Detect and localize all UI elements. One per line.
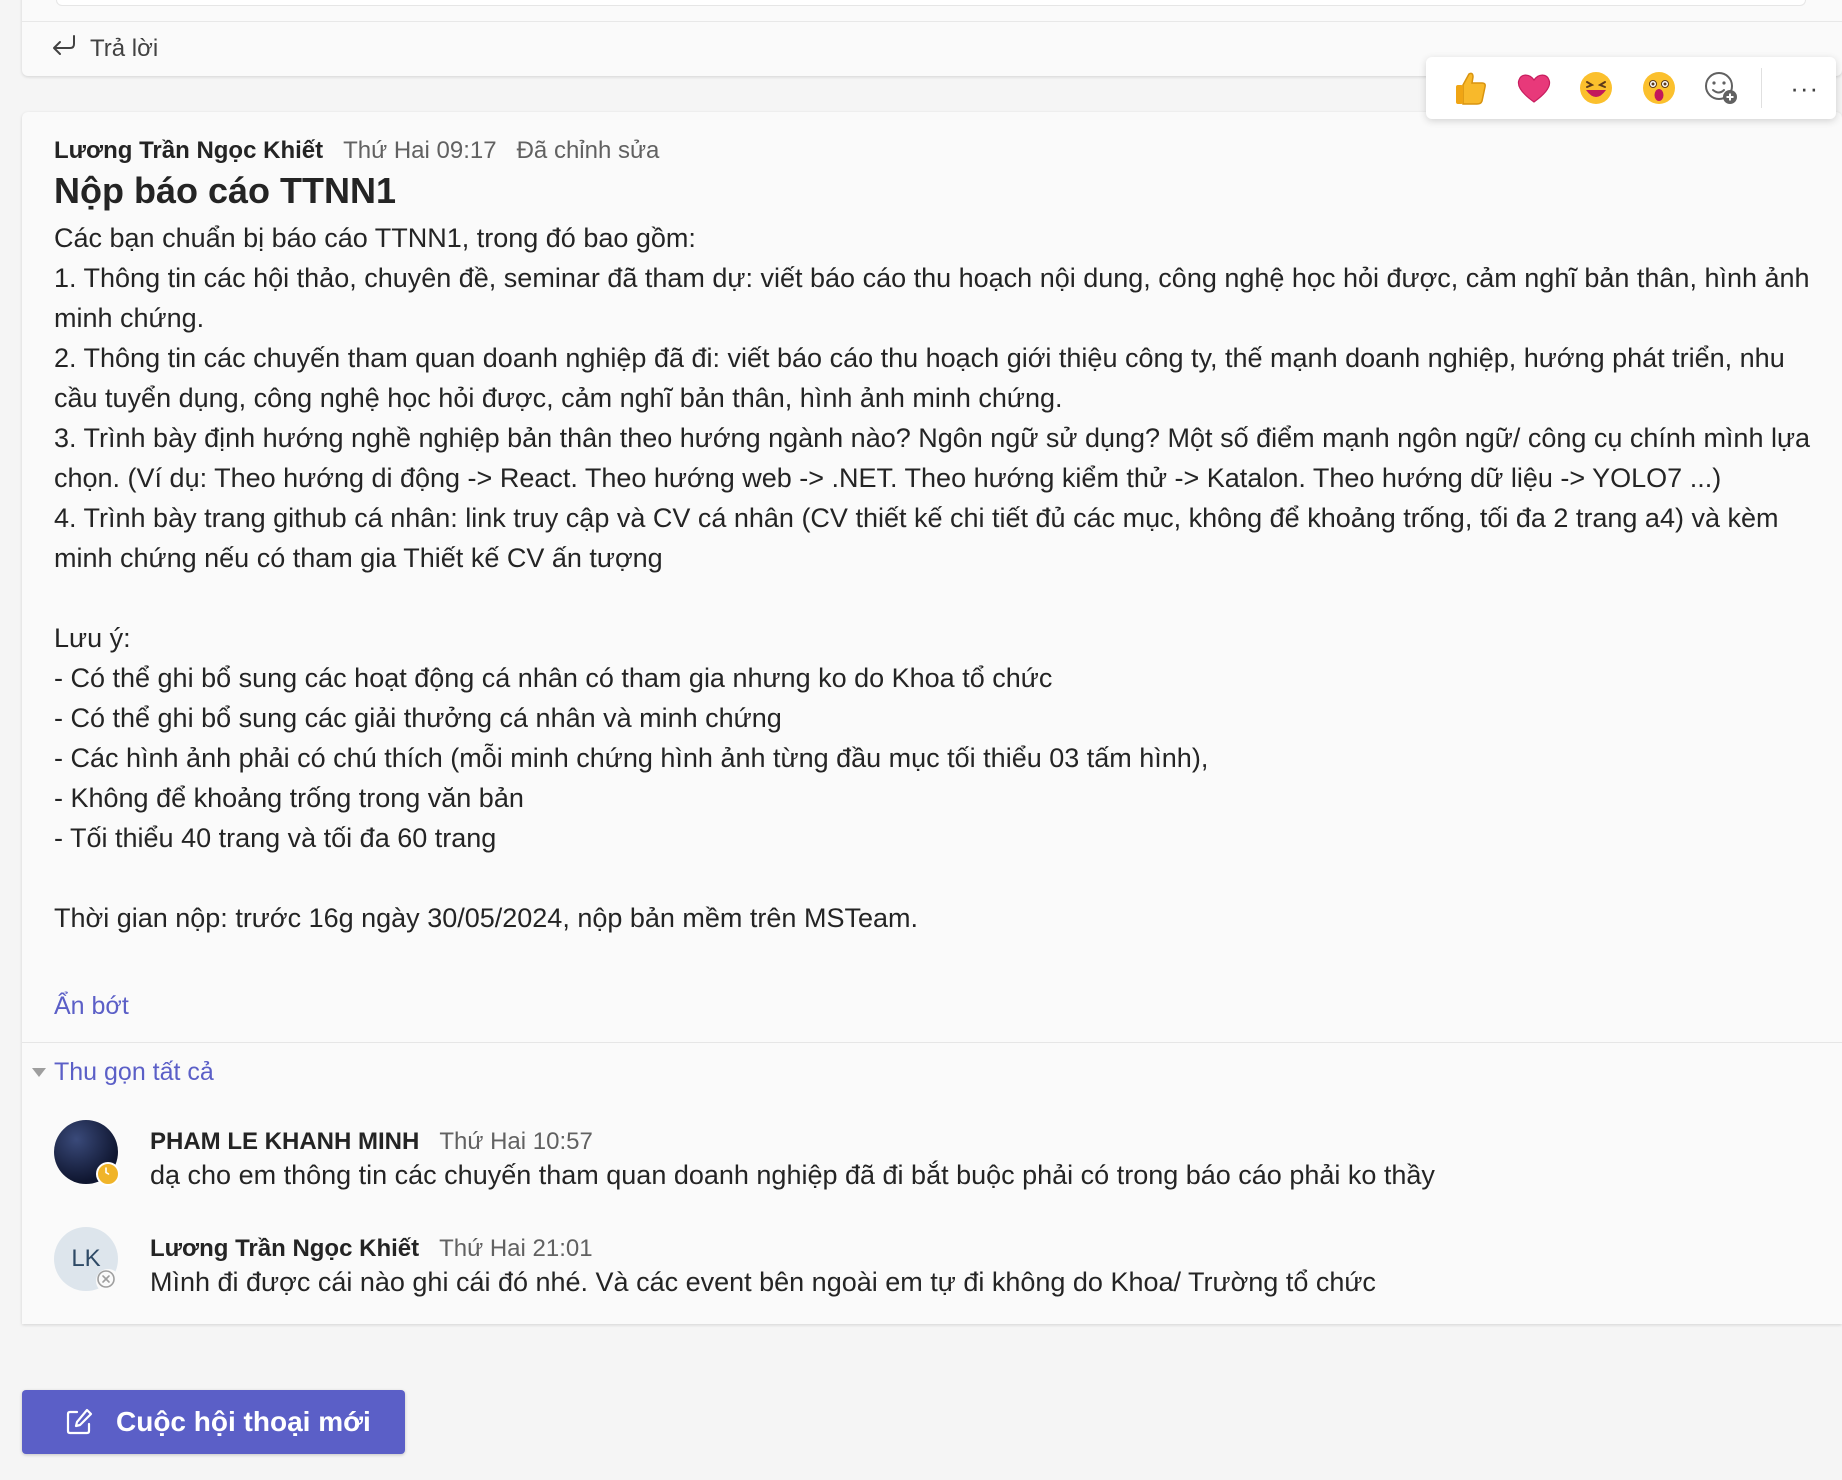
- new-conversation-button[interactable]: Cuộc hội thoại mới: [22, 1390, 405, 1454]
- reply-text: Mình đi được cái nào ghi cái đó nhé. Và …: [150, 1267, 1376, 1297]
- collapse-all-label: Thu gọn tất cả: [54, 1058, 214, 1086]
- reply-timestamp: Thứ Hai 10:57: [439, 1128, 593, 1155]
- reply-header: Lương Trần Ngọc Khiết Thứ Hai 21:01: [150, 1235, 593, 1263]
- note-item: - Các hình ảnh phải có chú thích (mỗi mi…: [54, 743, 1209, 773]
- post-card: Lương Trần Ngọc Khiết Thứ Hai 09:17 Đã c…: [22, 112, 1842, 1324]
- new-conversation-label: Cuộc hội thoại mới: [116, 1406, 371, 1437]
- divider: [22, 21, 1842, 22]
- divider: [22, 1042, 1842, 1043]
- more-options-button[interactable]: ···: [1773, 57, 1836, 119]
- surprised-reaction-button[interactable]: [1628, 57, 1691, 119]
- reply-text: dạ cho em thông tin các chuyến tham quan…: [150, 1160, 1435, 1190]
- deadline-line: Thời gian nộp: trước 16g ngày 30/05/2024…: [54, 903, 918, 933]
- body-line: Các bạn chuẩn bị báo cáo TTNN1, trong đó…: [54, 223, 696, 253]
- hide-content-link[interactable]: Ẩn bớt: [54, 992, 129, 1021]
- surprised-face-icon: [1641, 70, 1677, 106]
- compose-icon: [64, 1407, 94, 1437]
- note-item: - Không để khoảng trống trong văn bản: [54, 783, 524, 813]
- more-options-icon: ···: [1790, 72, 1820, 103]
- reply-header: PHAM LE KHANH MINH Thứ Hai 10:57: [150, 1128, 593, 1156]
- body-line: 1. Thông tin các hội thảo, chuyên đề, se…: [54, 263, 1810, 333]
- previous-thread-content-edge: [56, 0, 1806, 6]
- thumbs-up-icon: [1454, 70, 1488, 106]
- note-item: - Tối thiểu 40 trang và tối đa 60 trang: [54, 823, 497, 853]
- reply-label: Trả lời: [90, 34, 159, 62]
- reply-author[interactable]: Lương Trần Ngọc Khiết: [150, 1235, 419, 1263]
- toolbar-divider: [1760, 68, 1762, 108]
- reply-timestamp: Thứ Hai 21:01: [439, 1235, 593, 1262]
- edited-label: Đã chỉnh sửa: [516, 137, 660, 164]
- away-status-icon: [96, 1162, 120, 1186]
- laughing-face-icon: [1578, 70, 1614, 106]
- add-reaction-button[interactable]: [1690, 57, 1753, 119]
- note-item: - Có thể ghi bổ sung các hoạt động cá nh…: [54, 663, 1053, 693]
- heart-reaction-button[interactable]: [1503, 57, 1566, 119]
- note-item: - Có thể ghi bổ sung các giải thưởng cá …: [54, 703, 782, 733]
- heart-icon: [1516, 72, 1552, 104]
- offline-status-icon: [96, 1269, 120, 1293]
- reply-button[interactable]: Trả lời: [50, 34, 158, 63]
- reply-arrow-icon: [50, 34, 78, 63]
- body-line: 3. Trình bày định hướng nghề nghiệp bản …: [54, 423, 1811, 493]
- post-body: Các bạn chuẩn bị báo cáo TTNN1, trong đó…: [54, 218, 1834, 938]
- post-header: Lương Trần Ngọc Khiết Thứ Hai 09:17 Đã c…: [54, 137, 659, 165]
- like-reaction-button[interactable]: [1440, 57, 1503, 119]
- reply-author[interactable]: PHAM LE KHANH MINH: [150, 1128, 419, 1156]
- post-title: Nộp báo cáo TTNN1: [54, 170, 397, 211]
- caret-down-icon: [32, 1068, 46, 1077]
- post-timestamp: Thứ Hai 09:17: [343, 137, 497, 164]
- collapse-all-button[interactable]: Thu gọn tất cả: [32, 1058, 214, 1087]
- body-line: 2. Thông tin các chuyến tham quan doanh …: [54, 343, 1785, 413]
- reaction-toolbar: ···: [1426, 57, 1836, 119]
- note-label: Lưu ý:: [54, 623, 131, 653]
- post-author[interactable]: Lương Trần Ngọc Khiết: [54, 137, 323, 165]
- body-line: 4. Trình bày trang github cá nhân: link …: [54, 503, 1779, 573]
- add-emoji-icon: [1703, 70, 1739, 106]
- laugh-reaction-button[interactable]: [1565, 57, 1628, 119]
